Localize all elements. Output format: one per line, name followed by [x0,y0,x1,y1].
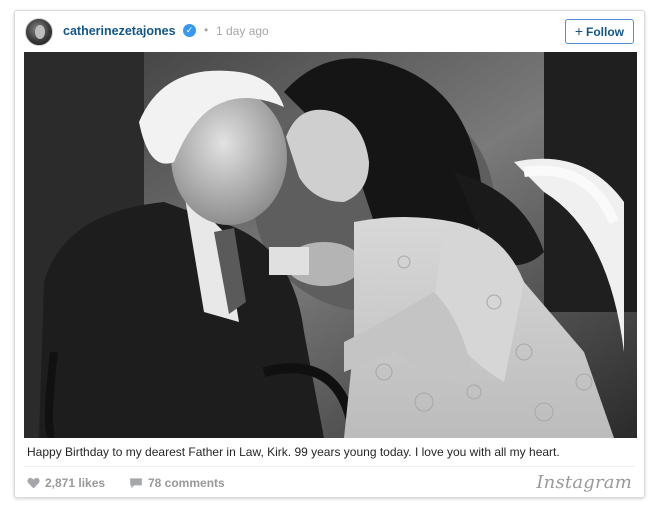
likes-label: 2,871 likes [45,476,106,490]
avatar[interactable] [25,18,53,46]
post-photo[interactable] [24,52,637,438]
separator-dot: • [204,23,209,37]
instagram-embed-card: catherinezetajones ✓ • 1 day ago + Follow [14,10,645,498]
post-caption: Happy Birthday to my dearest Father in L… [27,445,560,459]
post-header: catherinezetajones ✓ • 1 day ago + Follow [15,11,644,53]
divider [24,466,635,467]
verified-badge-icon: ✓ [183,24,196,37]
post-footer: 2,871 likes 78 comments Instagram [15,471,644,497]
follow-button[interactable]: + Follow [564,19,634,44]
follow-label: Follow [586,25,624,39]
black-and-white-photo [24,52,637,438]
username-link[interactable]: catherinezetajones [63,24,176,38]
instagram-logo[interactable]: Instagram [536,472,632,493]
post-timestamp[interactable]: 1 day ago [216,24,269,38]
comments-label: 78 comments [148,476,225,490]
comment-bubble-icon [130,478,142,489]
plus-icon: + [574,23,583,39]
likes-count[interactable]: 2,871 likes [27,476,105,490]
comments-count[interactable]: 78 comments [129,476,225,490]
heart-icon [27,477,40,489]
